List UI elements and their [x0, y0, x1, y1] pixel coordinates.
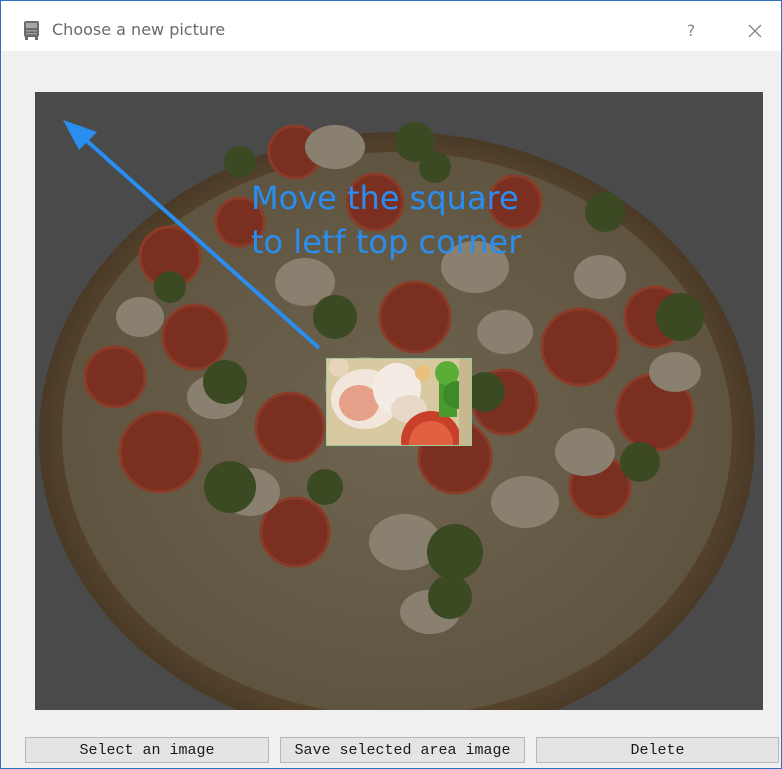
select-image-button[interactable]: Select an image: [25, 737, 269, 763]
title-bar[interactable]: Choose a new picture ?: [1, 1, 781, 51]
instruction-annotation: Move the square to letf top corner: [251, 176, 521, 264]
instruction-line-2: to letf top corner: [251, 223, 522, 261]
dialog-window: Choose a new picture ? Move the square t…: [0, 0, 782, 769]
image-canvas[interactable]: Move the square to letf top corner: [35, 92, 763, 710]
selected-area-preview: [327, 359, 471, 445]
selection-square[interactable]: [326, 358, 472, 446]
instruction-line-1: Move the square: [251, 179, 519, 217]
save-selected-area-button[interactable]: Save selected area image: [280, 737, 525, 763]
help-button[interactable]: ?: [677, 17, 705, 45]
delete-button[interactable]: Delete: [536, 737, 779, 763]
app-icon: [24, 21, 39, 40]
window-title: Choose a new picture: [52, 20, 226, 39]
close-icon[interactable]: [741, 17, 769, 45]
